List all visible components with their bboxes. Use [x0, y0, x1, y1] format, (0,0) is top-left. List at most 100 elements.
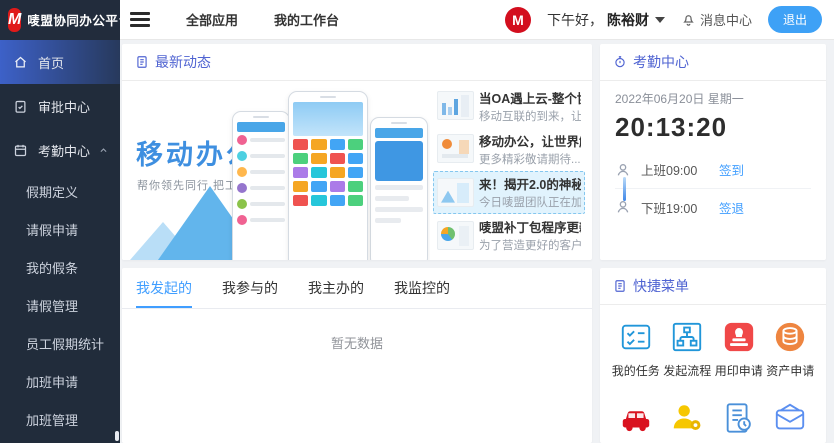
sidebar-scrollbar[interactable]	[115, 431, 119, 441]
menu-toggle-icon[interactable]	[130, 12, 150, 27]
quick-menu-panel: 快捷菜单 我的任务 发起流程 用印申请	[600, 268, 826, 443]
check-in-link[interactable]: 签到	[719, 160, 744, 179]
sidebar-subitem-my-leave-slips[interactable]: 我的假条	[0, 248, 120, 286]
stamp-icon	[722, 320, 756, 354]
app-title: 唛盟协同办公平台	[27, 10, 131, 29]
sidebar-subitem-overtime-request[interactable]: 加班申请	[0, 362, 120, 400]
main-content: 最新动态 移动办公 帮你领先同行 把工作带出办公室	[120, 40, 834, 443]
news-desc: 更多精彩敬请期待.......	[479, 151, 581, 167]
logout-button[interactable]: 退出	[768, 6, 822, 33]
quick-item-seal-request[interactable]: 用印申请	[713, 320, 765, 379]
tab-monitored-by-me[interactable]: 我监控的	[394, 268, 450, 308]
news-panel-header: 最新动态	[122, 44, 592, 81]
stopwatch-icon	[613, 55, 627, 69]
nav-my-workbench[interactable]: 我的工作台	[274, 10, 339, 29]
top-header: M 唛盟协同办公平台 全部应用 我的工作台 M 下午好， 陈裕财 消息中心 退出	[0, 0, 834, 40]
news-desc: 为了营造更好的客户体验，唛	[479, 237, 581, 253]
sidebar-item-label: 首页	[38, 53, 64, 72]
asset-icon	[773, 320, 807, 354]
quick-menu-header: 快捷菜单	[600, 268, 826, 305]
message-center-label: 消息中心	[700, 10, 752, 29]
phone-mockup	[232, 111, 290, 260]
quick-item-label: 用印申请	[715, 362, 763, 379]
quick-item-my-tasks[interactable]: 我的任务	[610, 320, 662, 379]
tab-initiated-by-me[interactable]: 我发起的	[136, 268, 192, 308]
username: 陈裕财	[607, 10, 649, 30]
contract-icon	[722, 401, 756, 435]
sidebar-subitem-overtime-management[interactable]: 加班管理	[0, 400, 120, 438]
attendance-panel-title: 考勤中心	[633, 52, 689, 72]
app-window: M 唛盟协同办公平台 全部应用 我的工作台 M 下午好， 陈裕财 消息中心 退出…	[0, 0, 834, 443]
car-icon	[619, 401, 653, 435]
news-list: 当OA遇上云-整个协同OA 移动互联的到来，让OA与云 移动办公，让世界触手可 …	[430, 81, 592, 260]
attendance-panel: 考勤中心 2022年06月20日 星期一 20:13:20 上班09:00 签到	[600, 44, 826, 260]
person-icon	[615, 199, 631, 215]
nav-all-apps[interactable]: 全部应用	[186, 10, 238, 29]
tab-hosted-by-me[interactable]: 我主办的	[308, 268, 364, 308]
message-center[interactable]: 消息中心	[681, 10, 752, 29]
header-right: M 下午好， 陈裕财 消息中心 退出	[505, 6, 834, 33]
attendance-timeline: 上班09:00 签到 下班19:00 签退	[615, 151, 811, 225]
chevron-up-icon	[99, 146, 108, 155]
approval-icon	[13, 99, 28, 114]
check-in-label: 上班09:00	[641, 160, 719, 179]
sidebar-subitem-leave-management[interactable]: 请假管理	[0, 286, 120, 324]
sidebar-item-label: 考勤中心	[38, 141, 90, 160]
news-thumbnail	[437, 91, 474, 120]
phone-mockups-illustration	[232, 91, 428, 260]
timeline-connector	[623, 177, 626, 201]
news-item[interactable]: 唛盟补丁包程序更新 为了营造更好的客户体验，唛	[433, 214, 585, 257]
news-thumbnail	[437, 134, 474, 163]
brand-logo-icon: M	[8, 8, 21, 32]
sidebar-item-home[interactable]: 首页	[0, 40, 120, 84]
mail-icon	[773, 401, 807, 435]
news-title: 当OA遇上云-整个协同OA	[479, 88, 581, 107]
attendance-date: 2022年06月20日 星期一	[615, 90, 811, 107]
attendance-panel-header: 考勤中心	[600, 44, 826, 81]
quick-item-label: 我的任务	[612, 362, 660, 379]
quick-item-meeting-request[interactable]: 会议申请	[662, 401, 714, 443]
tasks-tabs: 我发起的 我参与的 我主办的 我监控的	[122, 268, 592, 309]
sidebar-subitem-leave-request[interactable]: 请假申请	[0, 210, 120, 248]
quick-item-start-flow[interactable]: 发起流程	[662, 320, 714, 379]
sidebar-subitem-holiday-definition[interactable]: 假期定义	[0, 172, 120, 210]
dropdown-caret-icon	[655, 17, 665, 23]
tab-participated-by-me[interactable]: 我参与的	[222, 268, 278, 308]
latest-news-panel: 最新动态 移动办公 帮你领先同行 把工作带出办公室	[122, 44, 592, 260]
news-thumbnail	[437, 221, 474, 250]
quick-item-label: 发起流程	[663, 362, 711, 379]
news-item[interactable]: 移动办公，让世界触手可 更多精彩敬请期待.......	[433, 127, 585, 170]
quick-item-new-mail[interactable]: 新建邮件	[765, 401, 817, 443]
attendance-clock: 20:13:20	[615, 112, 811, 143]
bell-icon	[681, 12, 696, 27]
attendance-icon	[13, 143, 28, 158]
news-item[interactable]: 当OA遇上云-整个协同OA 移动互联的到来，让OA与云	[433, 84, 585, 127]
tasks-panel: 我发起的 我参与的 我主办的 我监控的 暂无数据	[122, 268, 592, 443]
promo-banner[interactable]: 移动办公 帮你领先同行 把工作带出办公室	[122, 81, 430, 260]
phone-mockup	[288, 91, 368, 260]
check-out-link[interactable]: 签退	[719, 198, 744, 217]
top-nav: 全部应用 我的工作台	[186, 10, 339, 29]
quick-menu-title: 快捷菜单	[633, 276, 689, 296]
news-title: 移动办公，让世界触手可	[479, 131, 581, 150]
news-desc: 移动互联的到来，让OA与云	[479, 108, 581, 124]
quick-item-vehicle-request[interactable]: 用车申请	[610, 401, 662, 443]
quick-item-asset-request[interactable]: 资产申请	[765, 320, 817, 379]
sidebar-item-approval-center[interactable]: 审批中心	[0, 84, 120, 128]
check-out-label: 下班19:00	[641, 198, 719, 217]
user-avatar[interactable]: M	[505, 7, 531, 33]
sidebar-item-attendance-center[interactable]: 考勤中心	[0, 128, 120, 172]
sidebar: 首页 审批中心 考勤中心 假期定义 请假申请 我的假条 请假管理 员工假期统计 …	[0, 40, 120, 443]
news-item-selected[interactable]: 来！揭开2.0的神秘面纱- 今日唛盟团队正在加班加点，	[433, 171, 585, 214]
user-menu[interactable]: 下午好， 陈裕财	[547, 10, 665, 30]
check-in-row: 上班09:00 签到	[615, 151, 811, 188]
meeting-icon	[670, 401, 704, 435]
sidebar-subitem-employee-holiday-stats[interactable]: 员工假期统计	[0, 324, 120, 362]
home-icon	[13, 55, 28, 70]
document-icon	[135, 55, 149, 69]
document-icon	[613, 279, 627, 293]
quick-menu-grid: 我的任务 发起流程 用印申请 资产申请	[600, 305, 826, 443]
person-icon	[615, 162, 631, 178]
logo-area: M 唛盟协同办公平台	[0, 0, 120, 40]
quick-item-new-contract[interactable]: 新建合同	[713, 401, 765, 443]
